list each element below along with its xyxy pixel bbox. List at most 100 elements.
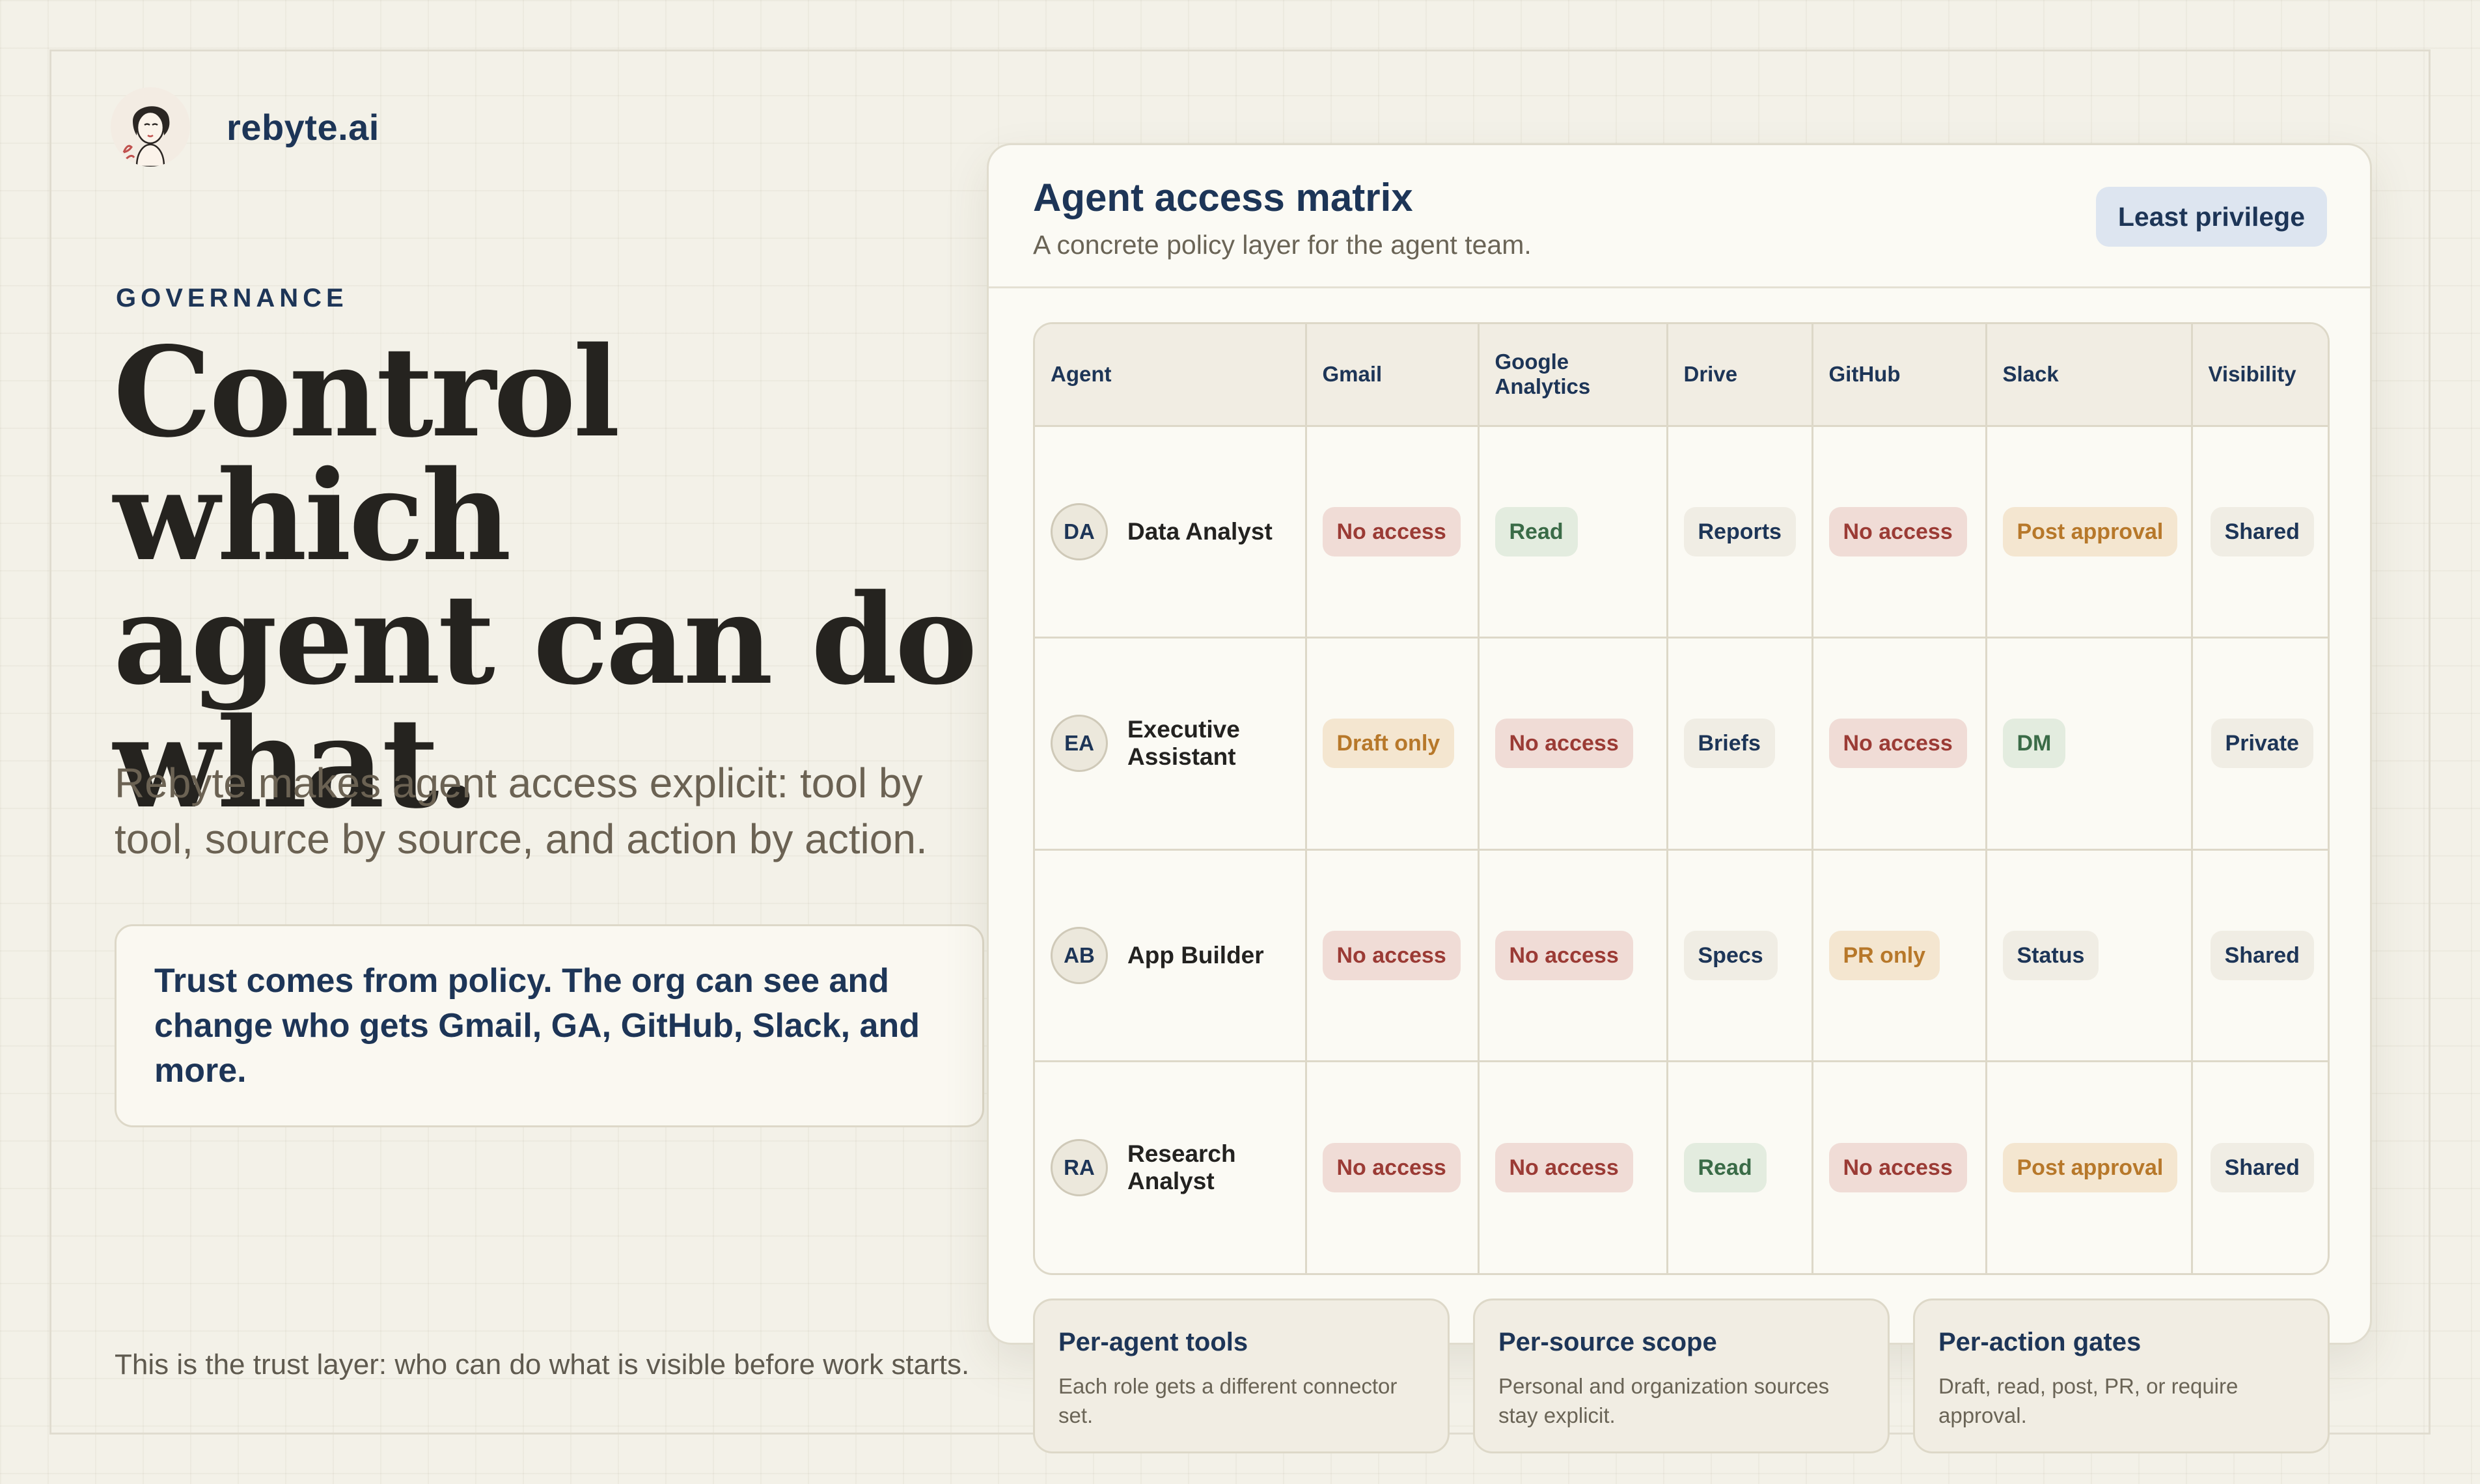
agent-name: Data Analyst — [1127, 517, 1273, 545]
subhead: Rebyte makes agent access explicit: tool… — [115, 760, 928, 862]
permission-badge[interactable]: No access — [1495, 719, 1633, 769]
section-eyebrow: GOVERNANCE — [116, 284, 348, 312]
agent-avatar: DA — [1051, 502, 1108, 560]
permission-cell: No access — [1478, 637, 1668, 851]
access-matrix-table: Agent Gmail Google Analytics Drive GitHu… — [1033, 322, 2330, 1275]
permission-badge[interactable]: DM — [2002, 719, 2066, 769]
permission-badge[interactable]: No access — [1828, 719, 1967, 769]
permission-badge[interactable]: Draft only — [1322, 719, 1455, 769]
permission-cell: No access — [1812, 637, 1987, 851]
permission-badge[interactable]: Status — [2002, 930, 2099, 980]
table-row: RA Research Analyst No access No access Read… — [1035, 1061, 2328, 1274]
agent-avatar: RA — [1051, 1139, 1108, 1196]
trust-callout: Trust comes from policy. The org can see… — [115, 924, 984, 1127]
permission-badge[interactable]: Read — [1495, 506, 1578, 556]
card-header: Agent access matrix A concrete policy la… — [989, 145, 2370, 288]
permission-cell: Reports — [1667, 426, 1813, 639]
headline: Control which agent can do what. — [113, 331, 1025, 825]
column-header: Gmail — [1306, 324, 1480, 427]
agent-cell[interactable]: RA Research Analyst — [1035, 1061, 1307, 1273]
permission-badge[interactable]: No access — [1322, 930, 1461, 980]
least-privilege-badge[interactable]: Least privilege — [2095, 187, 2327, 247]
permission-badge[interactable]: No access — [1322, 506, 1461, 556]
permission-cell: Post approval — [1986, 426, 2193, 639]
agent-name: Executive Assistant — [1127, 716, 1240, 771]
headline-line: agent can do — [113, 567, 978, 712]
column-header: Visibility — [2192, 324, 2328, 427]
permission-cell: Read — [1478, 426, 1668, 639]
feature-title: Per-action gates — [1938, 1328, 2142, 1356]
permission-cell: Read — [1667, 1061, 1813, 1273]
permission-cell: No access — [1306, 1061, 1480, 1273]
feature-list: Per-agent tools Each role gets a differe… — [1033, 1298, 2330, 1453]
permission-badge[interactable]: Specs — [1683, 930, 1778, 980]
permission-cell: Shared — [2192, 1062, 2328, 1274]
permission-badge[interactable]: No access — [1495, 1143, 1633, 1192]
brand[interactable]: rebyte.ai — [111, 87, 379, 167]
feature-description: Each role gets a different connector set… — [1058, 1374, 1398, 1427]
permission-badge[interactable]: Shared — [2210, 506, 2314, 556]
column-header: GitHub — [1812, 324, 1987, 427]
table-header-row: Agent Gmail Google Analytics Drive GitHu… — [1035, 324, 2328, 427]
permission-badge[interactable]: Private — [2211, 719, 2313, 769]
permission-cell: Shared — [2192, 426, 2328, 639]
agent-avatar: EA — [1051, 715, 1108, 773]
card-subtitle: A concrete policy layer for the agent te… — [1033, 230, 1532, 260]
permission-badge[interactable]: Shared — [2210, 1143, 2314, 1192]
permission-cell: No access — [1478, 849, 1668, 1062]
permission-badge[interactable]: Reports — [1683, 506, 1796, 556]
permission-cell: PR only — [1812, 849, 1987, 1062]
permission-cell: No access — [1478, 1061, 1668, 1273]
feature-title: Per-source scope — [1498, 1328, 1717, 1356]
agent-cell[interactable]: AB App Builder — [1035, 849, 1307, 1062]
column-header: Slack — [1986, 324, 2193, 427]
permission-cell: Shared — [2192, 849, 2328, 1062]
permission-cell: Specs — [1667, 849, 1813, 1062]
permission-badge[interactable]: Post approval — [2002, 1143, 2178, 1192]
table-row: EA Executive Assistant Draft only No access… — [1035, 637, 2328, 851]
column-header: Google Analytics — [1478, 324, 1668, 427]
feature-description: Draft, read, post, PR, or require approv… — [1938, 1374, 2239, 1427]
permission-badge[interactable]: Briefs — [1683, 719, 1775, 769]
permission-badge[interactable]: PR only — [1828, 930, 1940, 980]
permission-cell: No access — [1812, 1061, 1987, 1273]
column-header: Drive — [1667, 324, 1813, 427]
agent-cell[interactable]: EA Executive Assistant — [1035, 637, 1307, 851]
permission-badge[interactable]: No access — [1322, 1143, 1461, 1192]
footnote: This is the trust layer: who can do what… — [115, 1349, 970, 1381]
feature-card: Per-source scope Personal and organizati… — [1473, 1298, 1890, 1453]
feature-card: Per-agent tools Each role gets a differe… — [1033, 1298, 1450, 1453]
permission-badge[interactable]: No access — [1828, 506, 1967, 556]
agent-name: App Builder — [1127, 941, 1264, 969]
permission-badge[interactable]: Shared — [2210, 930, 2314, 980]
agent-identity: RA Research Analyst — [1051, 1139, 1289, 1196]
permission-cell: No access — [1306, 426, 1480, 639]
feature-card: Per-action gates Draft, read, post, PR, … — [1913, 1298, 2330, 1453]
feature-description: Personal and organization sources stay e… — [1498, 1374, 1830, 1427]
agent-name: Research Analyst — [1127, 1140, 1236, 1194]
permission-badge[interactable]: Post approval — [2002, 506, 2178, 556]
agent-identity: EA Executive Assistant — [1051, 715, 1289, 773]
permission-cell: DM — [1986, 637, 2193, 851]
agent-cell[interactable]: DA Data Analyst — [1035, 426, 1307, 639]
agent-identity: DA Data Analyst — [1051, 502, 1289, 560]
card-title: Agent access matrix — [1033, 176, 1413, 219]
agent-identity: AB App Builder — [1051, 926, 1289, 984]
permission-cell: No access — [1812, 426, 1987, 639]
brand-name: rebyte.ai — [227, 106, 379, 148]
feature-title: Per-agent tools — [1058, 1328, 1248, 1356]
permission-cell: Draft only — [1306, 637, 1480, 851]
permission-cell: Briefs — [1667, 637, 1813, 851]
brand-logo-icon — [111, 87, 190, 167]
permission-badge[interactable]: No access — [1828, 1143, 1967, 1192]
permission-badge[interactable]: No access — [1495, 930, 1633, 980]
permission-cell: Private — [2192, 637, 2328, 851]
permission-cell: Post approval — [1986, 1061, 2193, 1273]
headline-line: Control which — [113, 320, 620, 588]
callout-text: Trust comes from policy. The org can see… — [154, 962, 920, 1090]
permission-badge[interactable]: Read — [1683, 1143, 1767, 1192]
agent-avatar: AB — [1051, 926, 1108, 984]
column-header: Agent — [1035, 324, 1307, 427]
permission-cell: Status — [1986, 849, 2193, 1062]
permission-cell: No access — [1306, 849, 1480, 1062]
